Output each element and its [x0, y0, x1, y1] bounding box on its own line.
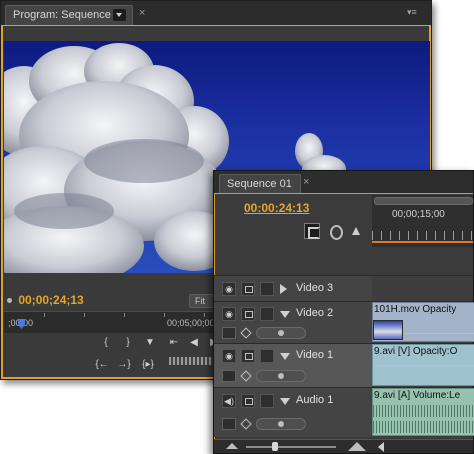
- opacity-rubber-band[interactable]: [405, 333, 474, 334]
- timeline-viewing-area-bar[interactable]: [374, 197, 473, 205]
- track-name: Video 3: [296, 282, 334, 294]
- track-name: Video 2: [296, 307, 334, 319]
- track-header-video-3[interactable]: ◉ Video 3: [214, 275, 372, 301]
- eye-icon[interactable]: ◉: [222, 282, 236, 296]
- ruler-ticks: [372, 231, 473, 240]
- timeline-time-ruler[interactable]: 00;00;15;00: [372, 195, 473, 247]
- timeline-tab-bar: Sequence 01 ×: [214, 171, 473, 193]
- lock-icon[interactable]: [241, 282, 255, 296]
- waveform-display-icon[interactable]: [222, 418, 236, 430]
- step-back-button[interactable]: ◀: [185, 335, 203, 351]
- go-to-out-button[interactable]: →}: [115, 357, 133, 373]
- lock-icon[interactable]: [241, 307, 255, 321]
- clip-101h-mov[interactable]: 101H.mov Opacity: [372, 302, 474, 342]
- track-header-video-1[interactable]: ◉ Video 1: [214, 343, 372, 387]
- close-icon[interactable]: ×: [139, 7, 145, 19]
- collapse-track-icon[interactable]: [280, 398, 290, 405]
- track-area-video-1[interactable]: 9.avi [V] Opacity:O: [372, 343, 474, 387]
- clip-avi-video[interactable]: 9.avi [V] Opacity:O: [372, 344, 474, 386]
- keyframe-icon[interactable]: [240, 327, 252, 339]
- sequence-marker-icon[interactable]: [348, 223, 364, 239]
- program-timecode-value: 00;00;24;13: [18, 293, 84, 307]
- close-icon[interactable]: ×: [303, 176, 309, 188]
- ruler-mid-label: 00;05;00;00: [167, 318, 215, 328]
- speaker-icon[interactable]: ◀): [222, 394, 236, 408]
- zoom-slider-track[interactable]: [246, 446, 336, 448]
- mark-in-button[interactable]: {: [97, 335, 115, 351]
- playhead-indicator-icon: [7, 298, 12, 304]
- keyframe-navigator[interactable]: [256, 418, 306, 430]
- lock-icon[interactable]: [241, 349, 255, 363]
- audio-waveform-right: [373, 421, 474, 433]
- go-to-in-button[interactable]: {←: [93, 357, 111, 373]
- sync-lock-toggle[interactable]: [260, 307, 274, 321]
- sync-lock-toggle[interactable]: [260, 282, 274, 296]
- jog-shuttle[interactable]: [169, 357, 213, 365]
- track-name: Audio 1: [296, 394, 334, 406]
- panel-menu-icon[interactable]: ▾≡: [407, 7, 421, 17]
- clip-thumbnail: [373, 320, 403, 340]
- timeline-footer: [214, 439, 473, 453]
- clip-label: 9.avi [A] Volume:Le: [374, 390, 461, 401]
- collapse-track-icon[interactable]: [280, 311, 290, 318]
- sync-lock-toggle[interactable]: [260, 349, 274, 363]
- transport-controls: { } ▼ {← →} {▸} ⇤ ◀ ▶: [93, 335, 218, 377]
- snap-icon[interactable]: [304, 223, 320, 239]
- program-tab-label: Program: Sequence 01: [13, 9, 127, 21]
- zoom-slider-thumb[interactable]: [272, 442, 278, 451]
- track-area-video-2[interactable]: 101H.mov Opacity: [372, 301, 474, 343]
- track-name: Video 1: [296, 349, 334, 361]
- marker-icon[interactable]: [327, 223, 343, 240]
- lock-icon[interactable]: [241, 394, 255, 408]
- eye-icon[interactable]: ◉: [222, 349, 236, 363]
- zoom-in-icon[interactable]: [348, 442, 366, 451]
- scroll-left-icon[interactable]: [378, 442, 384, 452]
- timeline-panel: Sequence 01 × 00:00:24:13 00;00;15;00 ◉ …: [213, 170, 474, 454]
- add-marker-button[interactable]: ▼: [141, 335, 159, 351]
- track-area-video-3[interactable]: [372, 275, 473, 301]
- clip-label: 9.avi [V] Opacity:O: [374, 346, 458, 357]
- eye-icon[interactable]: ◉: [222, 307, 236, 321]
- ruler-tick: [84, 313, 85, 317]
- ruler-timecode-label: 00;00;15;00: [392, 209, 445, 220]
- mark-out-button[interactable]: }: [119, 335, 137, 351]
- track-header-video-2[interactable]: ◉ Video 2: [214, 301, 372, 343]
- work-area-bar[interactable]: [372, 241, 473, 243]
- opacity-rubber-band[interactable]: [373, 365, 474, 366]
- sync-lock-toggle[interactable]: [260, 394, 274, 408]
- collapse-track-icon[interactable]: [280, 353, 290, 360]
- clip-label: 101H.mov Opacity: [374, 304, 457, 315]
- chevron-down-icon[interactable]: [113, 9, 126, 21]
- program-tab-bar: Program: Sequence 01 × ▾≡: [1, 1, 431, 25]
- keyframe-navigator[interactable]: [256, 370, 306, 382]
- zoom-out-icon[interactable]: [226, 443, 238, 449]
- tab-program-sequence[interactable]: Program: Sequence 01: [5, 5, 133, 25]
- timeline-timecode[interactable]: 00:00:24:13: [244, 201, 309, 215]
- track-area-audio-1[interactable]: 9.avi [A] Volume:Le: [372, 387, 474, 437]
- ruler-tick: [124, 313, 125, 317]
- keyframe-navigator[interactable]: [256, 327, 306, 339]
- display-style-icon[interactable]: [222, 370, 236, 382]
- expand-track-icon[interactable]: [280, 284, 287, 294]
- clip-avi-audio[interactable]: 9.avi [A] Volume:Le: [372, 388, 474, 436]
- track-header-audio-1[interactable]: ◀) Audio 1: [214, 387, 372, 437]
- display-style-icon[interactable]: [222, 327, 236, 339]
- audio-waveform-left: [373, 405, 474, 417]
- ruler-tick: [44, 313, 45, 317]
- play-in-to-out-button[interactable]: {▸}: [139, 357, 157, 373]
- program-timecode[interactable]: 00;00;24;13: [7, 293, 84, 307]
- ruler-tick: [204, 313, 205, 317]
- ruler-tick: [164, 313, 165, 317]
- keyframe-icon[interactable]: [240, 370, 252, 382]
- go-to-previous-edit-button[interactable]: ⇤: [165, 335, 183, 351]
- tab-sequence-01[interactable]: Sequence 01: [219, 174, 301, 193]
- keyframe-icon[interactable]: [240, 418, 252, 430]
